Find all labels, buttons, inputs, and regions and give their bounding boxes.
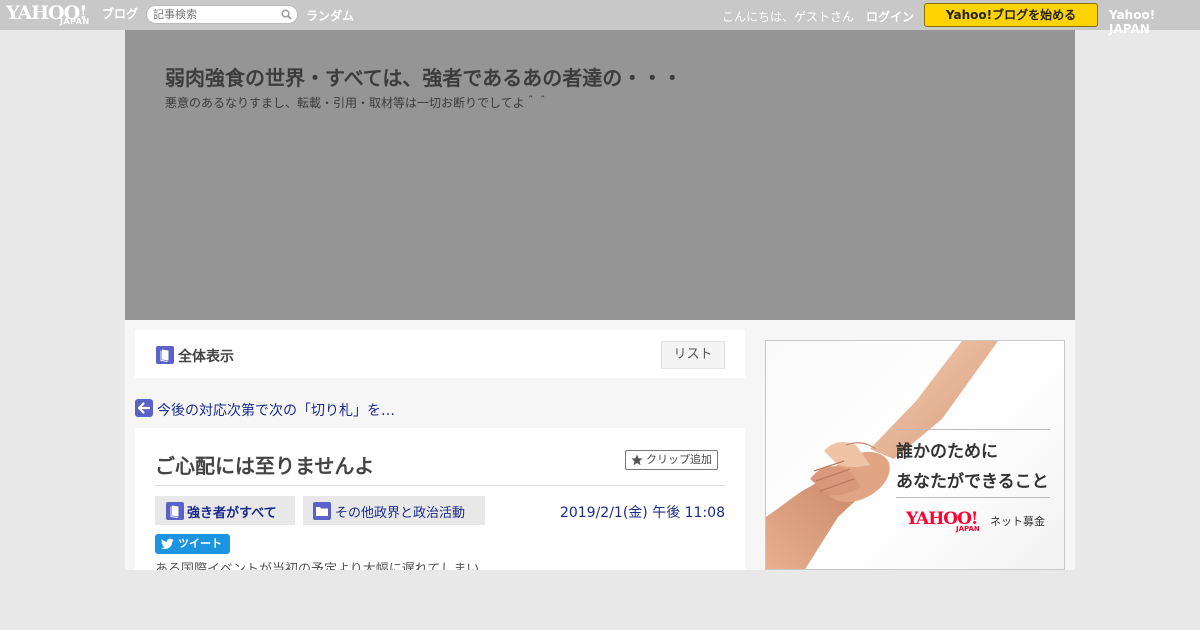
- article-body-text: ある国際イベントが当初の予定より大幅に遅れてしまい……: [155, 562, 506, 570]
- search-input[interactable]: [153, 7, 277, 22]
- blog-description: 悪意のあるなりすまし、転載・引用・取材等は一切お断りでしてよ＾＾: [165, 96, 549, 110]
- category-tag[interactable]: 強き者がすべて: [155, 496, 295, 525]
- yahoo-blog-logo[interactable]: YAHOO! JAPAN: [6, 2, 100, 28]
- clip-add-button[interactable]: クリップ追加: [625, 450, 718, 470]
- ad-copy-line1: 誰かのために: [896, 442, 998, 462]
- random-link[interactable]: ランダム: [306, 7, 354, 24]
- guest-greeting: こんにちは、ゲストさん: [722, 10, 855, 24]
- main-content-area: 全体表示 リスト 今後の対応次第で次の「切り札」を… ご心配には至りませんよ ク…: [125, 320, 1075, 570]
- login-link[interactable]: ログイン: [866, 8, 914, 25]
- ad-rule-bottom: [896, 497, 1050, 498]
- tweet-label: ツイート: [178, 537, 222, 550]
- article-list-bar: 全体表示 リスト: [135, 330, 745, 378]
- yahoo-donation-ad[interactable]: 誰かのために あなたができること YAHOO! JAPAN ネット募金: [765, 340, 1065, 570]
- article-icon: [156, 346, 174, 364]
- folder-icon: [313, 502, 331, 520]
- yahoo-japan-link[interactable]: Yahoo! JAPAN: [1109, 8, 1200, 36]
- article-title: ご心配には至りませんよ: [155, 454, 375, 478]
- clip-add-label: クリップ追加: [646, 453, 712, 466]
- ad-copy-line2: あなたができること: [896, 472, 1049, 492]
- genre-label: その他政界と政治活動: [335, 506, 466, 521]
- article-icon: [166, 502, 184, 520]
- view-all-link[interactable]: 全体表示: [178, 346, 234, 366]
- title-divider: [155, 485, 725, 486]
- previous-article-title[interactable]: 今後の対応次第で次の「切り札」を…: [157, 400, 395, 420]
- top-navigation-bar: YAHOO! JAPAN ブログ ランダム こんにちは、ゲストさん ログイン Y…: [0, 0, 1200, 36]
- logo-japan-text: JAPAN: [60, 17, 90, 26]
- logo-blog-text[interactable]: ブログ: [102, 5, 138, 22]
- ad-rule-top: [896, 429, 1050, 430]
- list-view-button[interactable]: リスト: [661, 341, 725, 369]
- arrow-left-icon: [135, 399, 153, 417]
- search-box: [146, 5, 298, 24]
- article-card: ご心配には至りませんよ クリップ追加 強き者がすべて その他政界と政治活動 20…: [135, 428, 745, 570]
- search-icon[interactable]: [281, 9, 292, 20]
- tweet-button[interactable]: ツイート: [155, 534, 230, 554]
- blog-header-banner: 弱肉強食の世界・すべては、強者であるあの者達の・・・ 悪意のあるなりすまし、転載…: [125, 30, 1075, 320]
- ad-service-name: ネット募金: [990, 515, 1045, 528]
- ad-japan-text: JAPAN: [956, 525, 980, 533]
- star-icon: [631, 454, 643, 466]
- twitter-bird-icon: [161, 538, 174, 550]
- post-date[interactable]: 2019/2/1(金) 午後 11:08: [560, 502, 725, 522]
- genre-tag[interactable]: その他政界と政治活動: [303, 496, 485, 525]
- category-label: 強き者がすべて: [187, 506, 277, 521]
- blog-title[interactable]: 弱肉強食の世界・すべては、強者であるあの者達の・・・: [165, 62, 682, 91]
- start-blog-button[interactable]: Yahoo!ブログを始める: [924, 3, 1098, 27]
- article-body: ある国際イベントが当初の予定より大幅に遅れてしまい……: [155, 562, 725, 570]
